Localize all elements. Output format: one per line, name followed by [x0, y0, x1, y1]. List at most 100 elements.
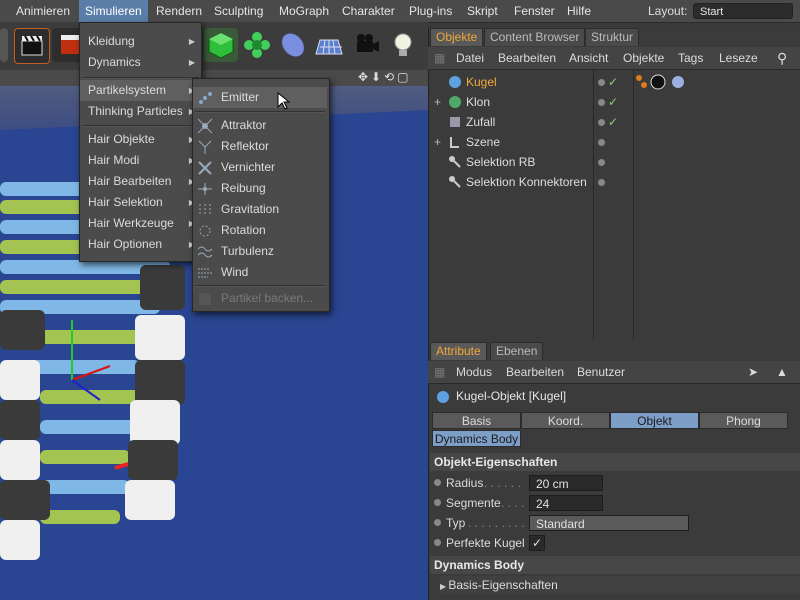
tree-row-klon[interactable]: + Klon ✓	[428, 92, 800, 112]
chevron-right-icon: ▶	[188, 37, 195, 46]
tree-label: Szene	[466, 135, 501, 149]
menu-item-kleidung[interactable]: Kleidung ▶	[80, 31, 201, 52]
tree-row-szene[interactable]: + Szene	[428, 132, 800, 152]
radius-field[interactable]: 20 cm	[529, 475, 603, 491]
om-menu-leseze[interactable]: Leseze	[719, 47, 758, 69]
enabled-check-icon[interactable]: ✓	[608, 92, 618, 112]
menu-item-hair-objekte[interactable]: Hair Objekte▶	[80, 129, 201, 150]
toolbar	[0, 22, 428, 71]
tab-attribute[interactable]: Attribute	[430, 342, 487, 360]
visibility-dot[interactable]	[598, 79, 605, 86]
render-view-button[interactable]	[14, 28, 50, 64]
menu-hilfe[interactable]: Hilfe	[561, 0, 597, 22]
tab-objekte[interactable]: Objekte	[430, 28, 484, 46]
om-menu-bearbeiten[interactable]: Bearbeiten	[498, 47, 556, 69]
array-button[interactable]	[240, 28, 274, 62]
tab-basis[interactable]: Basis	[432, 412, 521, 429]
visibility-dot[interactable]	[598, 179, 605, 186]
submenu-item-rotation[interactable]: Rotation	[193, 220, 327, 241]
menu-separator	[195, 285, 325, 287]
menu-skript[interactable]: Skript	[461, 0, 504, 22]
visibility-dot[interactable]	[598, 159, 605, 166]
om-menu-ansicht[interactable]: Ansicht	[569, 47, 608, 69]
tree-row-selektion-konnektoren[interactable]: Selektion Konnektoren	[428, 172, 800, 192]
menu-sculpting[interactable]: Sculpting	[208, 0, 269, 22]
animate-dot[interactable]	[434, 539, 441, 546]
tag-icons[interactable]	[634, 74, 688, 90]
tab-phong[interactable]: Phong	[699, 412, 788, 429]
subsection-basis-eigenschaften[interactable]: ▶ Basis-Eigenschaften	[440, 576, 800, 594]
enabled-check-icon[interactable]: ✓	[608, 72, 618, 92]
enabled-check-icon[interactable]: ✓	[608, 112, 618, 132]
cube-button[interactable]	[204, 28, 238, 62]
menu-mograph[interactable]: MoGraph	[273, 0, 335, 22]
menu-item-hair-werkzeuge[interactable]: Hair Werkzeuge▶	[80, 213, 201, 234]
visibility-dot[interactable]	[598, 119, 605, 126]
menu-item-hair-selektion[interactable]: Hair Selektion▶	[80, 192, 201, 213]
typ-select[interactable]: Standard	[529, 515, 689, 531]
submenu-item-vernichter[interactable]: Vernichter	[193, 157, 327, 178]
camera-button[interactable]	[350, 28, 384, 62]
submenu-item-reibung[interactable]: Reibung	[193, 178, 327, 199]
tree-row-kugel[interactable]: Kugel ✓	[428, 72, 800, 92]
flower-icon	[244, 32, 270, 58]
menu-plugins[interactable]: Plug-ins	[403, 0, 458, 22]
tab-dynamics-body[interactable]: Dynamics Body	[432, 430, 521, 447]
tab-objekt[interactable]: Objekt	[610, 412, 699, 429]
menu-item-label: Emitter	[221, 90, 260, 104]
om-menu-objekte[interactable]: Objekte	[623, 47, 664, 69]
tab-koord[interactable]: Koord.	[521, 412, 610, 429]
menu-item-hair-bearbeiten[interactable]: Hair Bearbeiten▶	[80, 171, 201, 192]
menu-item-hair-modi[interactable]: Hair Modi▶	[80, 150, 201, 171]
visibility-dot[interactable]	[598, 99, 605, 106]
perfekt-checkbox[interactable]: ✓	[529, 535, 545, 551]
menu-simulieren[interactable]: Simulieren	[79, 0, 148, 22]
menu-animieren[interactable]: Animieren	[10, 0, 76, 22]
section-dynamics-body: Dynamics Body	[430, 556, 800, 574]
bake-icon	[199, 293, 211, 305]
tab-struktur[interactable]: Struktur	[585, 28, 640, 46]
tab-ebenen[interactable]: Ebenen	[490, 342, 544, 360]
menu-item-dynamics[interactable]: Dynamics ▶	[80, 52, 201, 73]
om-menu-datei[interactable]: Datei	[456, 47, 484, 69]
menu-item-label: Reibung	[221, 181, 266, 195]
om-menu-tags[interactable]: Tags	[678, 47, 703, 69]
floor-button[interactable]	[312, 28, 346, 62]
animate-dot[interactable]	[434, 499, 441, 506]
nav-up-icon[interactable]: ▲	[776, 361, 788, 383]
expand-icon[interactable]: +	[434, 92, 441, 112]
menu-item-partikelsystem[interactable]: Partikelsystem▶	[80, 80, 201, 101]
deformer-button[interactable]	[276, 28, 310, 62]
animate-dot[interactable]	[434, 479, 441, 486]
tree-row-selektion-rb[interactable]: Selektion RB	[428, 152, 800, 172]
visibility-dot[interactable]	[598, 139, 605, 146]
menu-fenster[interactable]: Fenster	[508, 0, 561, 22]
light-button[interactable]	[386, 28, 420, 62]
menu-charakter[interactable]: Charakter	[336, 0, 401, 22]
animate-dot[interactable]	[434, 519, 441, 526]
am-menu-modus[interactable]: Modus	[456, 361, 492, 383]
object-title: Kugel-Objekt [Kugel]	[456, 389, 567, 403]
menu-rendern[interactable]: Rendern	[150, 0, 208, 22]
submenu-item-gravitation[interactable]: Gravitation	[193, 199, 327, 220]
layout-select[interactable]: Start	[693, 3, 793, 19]
search-icon[interactable]: ⚲	[777, 47, 787, 69]
submenu-item-reflektor[interactable]: Reflektor	[193, 136, 327, 157]
tab-content-browser[interactable]: Content Browser	[484, 28, 586, 46]
am-menu-benutzer[interactable]: Benutzer	[577, 361, 625, 383]
submenu-item-turbulenz[interactable]: Turbulenz	[193, 241, 327, 262]
viewport-nav-icons[interactable]: ✥⬇⟲▢	[358, 70, 412, 84]
grip-icon: ▦	[434, 365, 446, 379]
tree-row-zufall[interactable]: Zufall ✓	[428, 112, 800, 132]
cursor-arrow-icon[interactable]: ➤	[748, 361, 758, 383]
menu-separator	[82, 125, 199, 127]
emitter-icon	[199, 92, 212, 104]
submenu-item-attraktor[interactable]: Attraktor	[193, 115, 327, 136]
submenu-item-emitter[interactable]: Emitter	[193, 87, 327, 108]
menu-item-hair-optionen[interactable]: Hair Optionen▶	[80, 234, 201, 255]
am-menu-bearbeiten[interactable]: Bearbeiten	[506, 361, 564, 383]
segmente-field[interactable]: 24	[529, 495, 603, 511]
menu-item-thinking-particles[interactable]: Thinking Particles▶	[80, 101, 201, 122]
submenu-item-wind[interactable]: Wind	[193, 262, 327, 283]
expand-icon[interactable]: +	[434, 132, 441, 152]
